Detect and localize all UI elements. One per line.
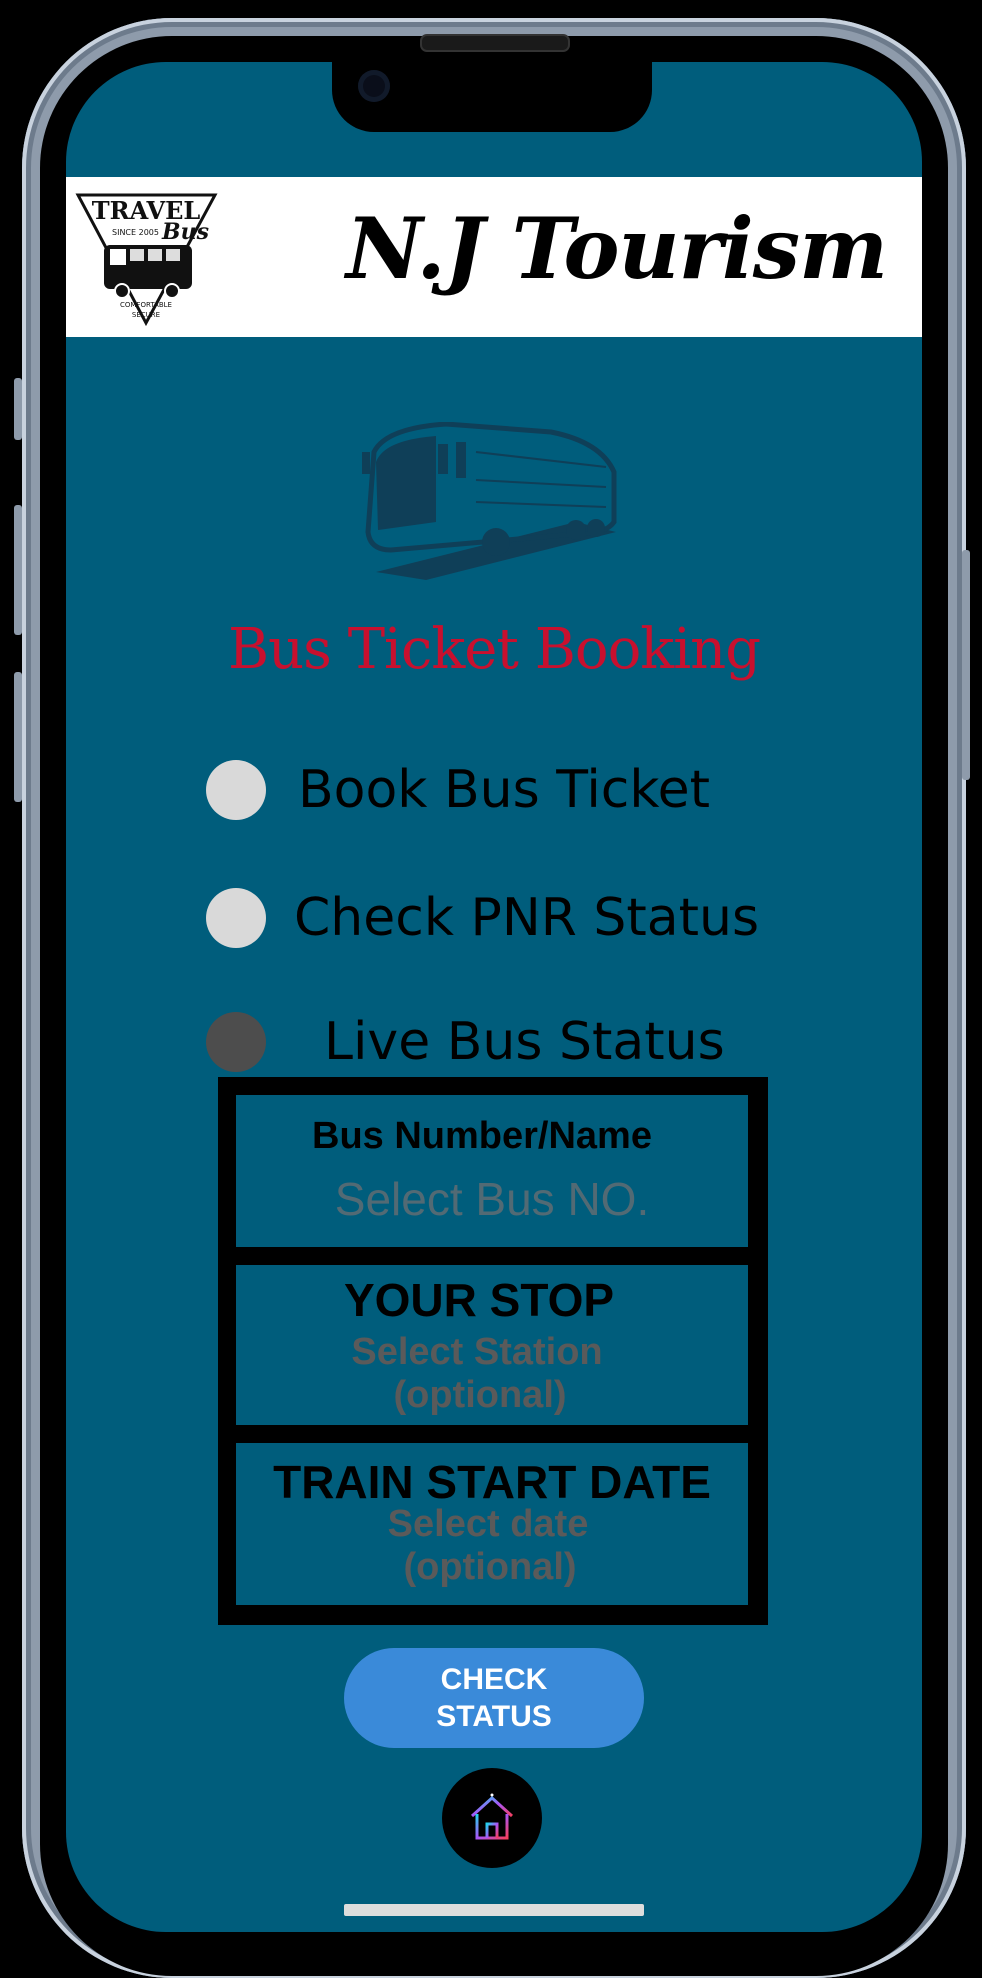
home-icon bbox=[470, 1793, 514, 1840]
svg-text:SECURE: SECURE bbox=[132, 311, 160, 319]
live-status-form: Bus Number/Name Select Bus NO. YOUR STOP… bbox=[218, 1077, 768, 1625]
option-label: Book Bus Ticket bbox=[298, 760, 711, 820]
option-book-bus-ticket[interactable]: Book Bus Ticket bbox=[206, 759, 710, 821]
power-button bbox=[962, 550, 970, 780]
earpiece-speaker bbox=[420, 34, 570, 52]
mute-switch bbox=[14, 378, 22, 440]
svg-text:Bus: Bus bbox=[161, 219, 209, 245]
check-status-label-line2: STATUS bbox=[436, 1700, 552, 1733]
date-select-placeholder[interactable]: Select date bbox=[228, 1503, 748, 1546]
check-status-label: CHECK STATUS bbox=[436, 1661, 552, 1735]
option-label: Check PNR Status bbox=[294, 888, 760, 948]
page-title: Bus Ticket Booking bbox=[227, 617, 761, 682]
front-camera bbox=[358, 70, 390, 102]
station-optional-text: (optional) bbox=[393, 1374, 567, 1416]
option-check-pnr-status[interactable]: Check PNR Status bbox=[206, 887, 759, 949]
travel-bus-logo: TRAVEL SINCE 2005 Bus COMFORTABLE SECURE bbox=[75, 193, 218, 327]
radio-button[interactable] bbox=[206, 760, 266, 820]
field-label: Bus Number/Name bbox=[312, 1115, 652, 1157]
app-header: TRAVEL SINCE 2005 Bus COMFORTABLE SECURE… bbox=[66, 177, 922, 337]
bus-icon bbox=[362, 422, 617, 580]
field-label: TRAIN START DATE bbox=[273, 1456, 711, 1508]
svg-text:COMFORTABLE: COMFORTABLE bbox=[120, 301, 172, 309]
home-indicator bbox=[344, 1904, 644, 1916]
volume-up-button bbox=[14, 505, 22, 635]
radio-button[interactable] bbox=[206, 888, 266, 948]
check-status-label-line1: CHECK bbox=[440, 1663, 548, 1696]
train-start-date-field[interactable]: TRAIN START DATE Select date (optional) bbox=[236, 1443, 748, 1605]
app-screen: TRAVEL SINCE 2005 Bus COMFORTABLE SECURE… bbox=[66, 62, 922, 1932]
bus-number-field[interactable]: Bus Number/Name Select Bus NO. bbox=[236, 1095, 748, 1247]
your-stop-field[interactable]: YOUR STOP Select Station (optional) bbox=[236, 1265, 748, 1425]
volume-down-button bbox=[14, 672, 22, 802]
svg-text:SINCE 2005: SINCE 2005 bbox=[112, 228, 159, 237]
home-button[interactable] bbox=[442, 1768, 542, 1868]
radio-button-selected[interactable] bbox=[206, 1012, 266, 1072]
option-label: Live Bus Status bbox=[324, 1012, 725, 1072]
field-label: YOUR STOP bbox=[343, 1274, 615, 1326]
brand-title: N.J Tourism bbox=[346, 199, 888, 298]
check-status-button[interactable]: CHECK STATUS bbox=[344, 1648, 644, 1748]
date-optional-text: (optional) bbox=[403, 1546, 577, 1588]
option-live-bus-status[interactable]: Live Bus Status bbox=[206, 1011, 725, 1073]
station-select-placeholder[interactable]: Select Station bbox=[206, 1331, 748, 1374]
bus-select-placeholder[interactable]: Select Bus NO. bbox=[236, 1172, 748, 1226]
